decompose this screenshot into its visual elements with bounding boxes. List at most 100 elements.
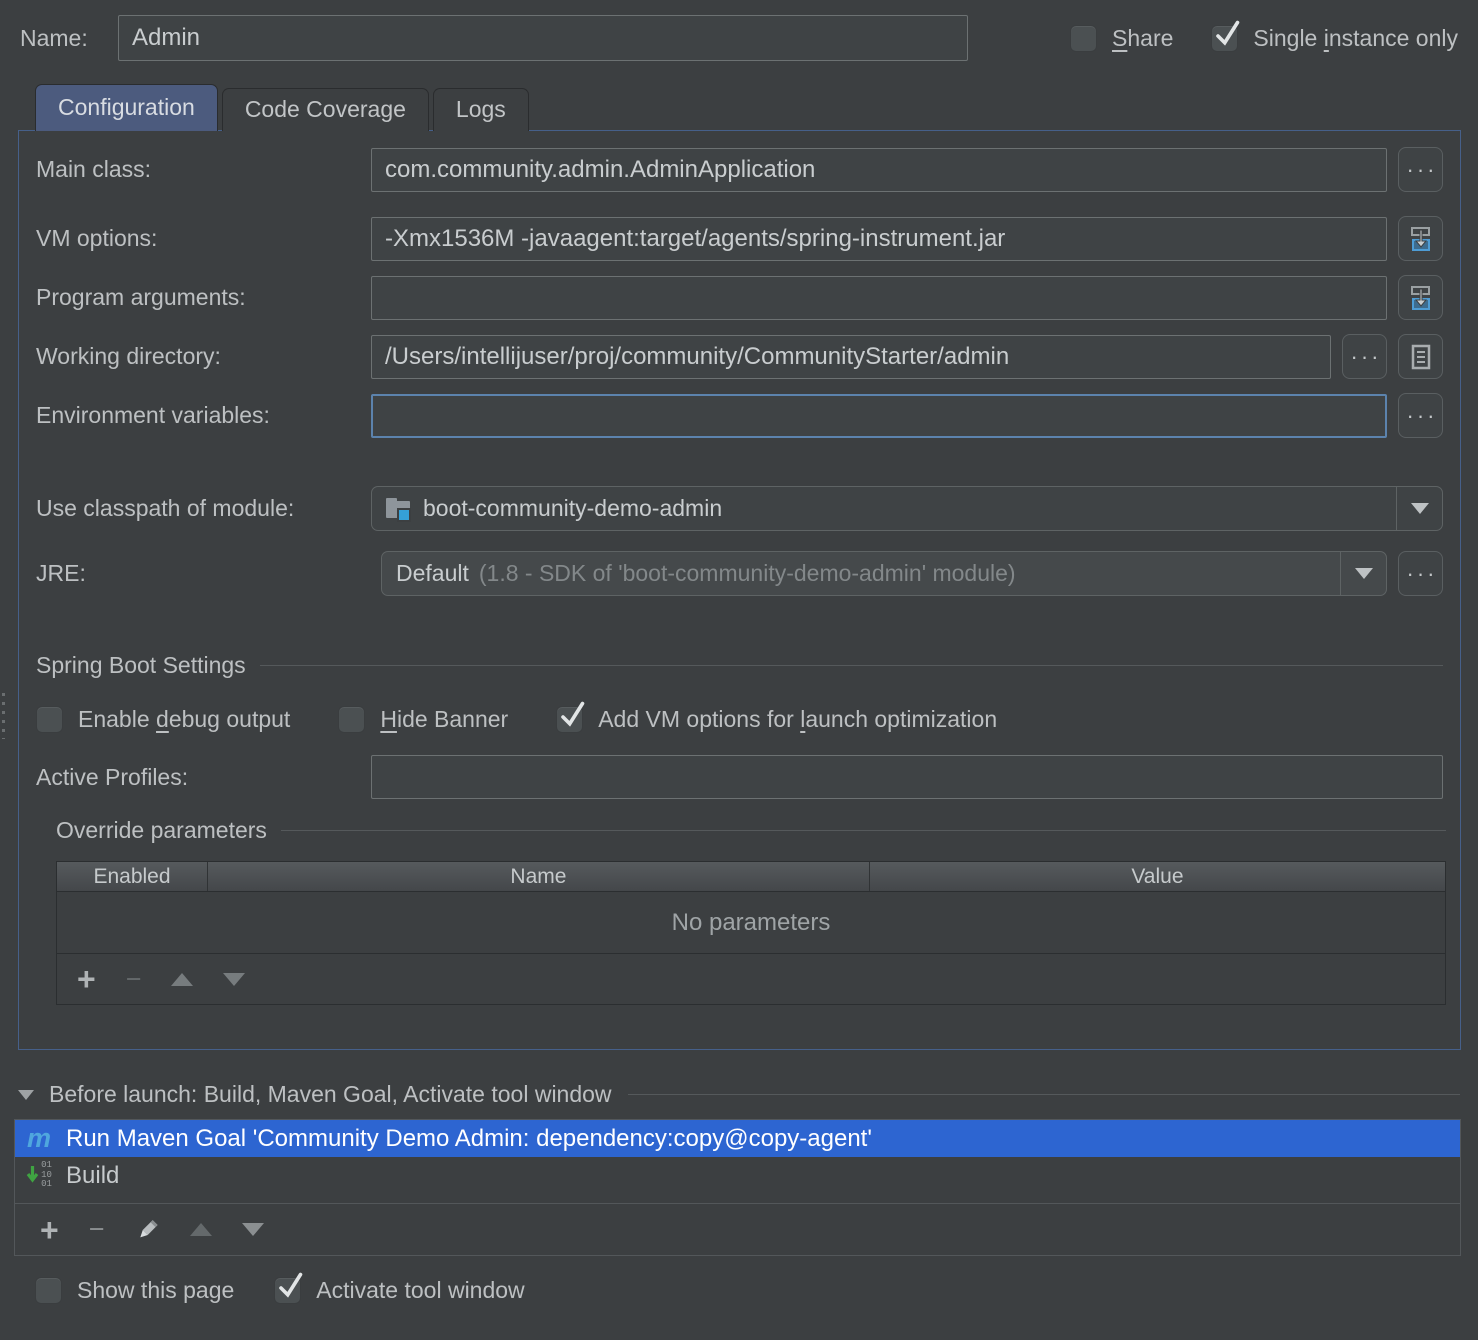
- chevron-down-icon: [1411, 503, 1429, 514]
- activate-tool-window-checkbox-box[interactable]: [274, 1277, 301, 1304]
- hide-banner-label: Hide Banner: [380, 706, 508, 733]
- before-launch-list: m Run Maven Goal 'Community Demo Admin: …: [14, 1119, 1461, 1256]
- main-class-row: Main class: ···: [36, 147, 1443, 192]
- vm-options-expand-button[interactable]: [1398, 216, 1443, 261]
- main-class-browse-button[interactable]: ···: [1398, 147, 1443, 192]
- column-header-value[interactable]: Value: [869, 862, 1445, 891]
- activate-tool-window-checkbox[interactable]: Activate tool window: [274, 1277, 524, 1304]
- before-launch-item-label: Build: [66, 1162, 119, 1190]
- working-directory-input[interactable]: [371, 335, 1331, 379]
- expand-field-icon: [1406, 283, 1436, 313]
- main-class-label: Main class:: [36, 156, 371, 183]
- environment-variables-browse-button[interactable]: ···: [1398, 393, 1443, 438]
- checkmark-icon: [557, 698, 587, 730]
- section-divider: [281, 830, 1446, 831]
- name-row: Name: Share Single instance only: [0, 0, 1478, 61]
- program-arguments-input[interactable]: [371, 276, 1387, 320]
- single-instance-checkbox-box[interactable]: [1211, 25, 1238, 52]
- vm-options-row: VM options:: [36, 216, 1443, 261]
- column-header-name[interactable]: Name: [207, 862, 869, 891]
- spring-boot-settings-title: Spring Boot Settings: [36, 652, 246, 679]
- hide-banner-checkbox[interactable]: Hide Banner: [338, 706, 508, 733]
- jre-combobox-arrow[interactable]: [1340, 552, 1386, 595]
- program-arguments-label: Program arguments:: [36, 284, 371, 311]
- working-directory-browse-button[interactable]: ···: [1342, 334, 1387, 379]
- enable-debug-checkbox[interactable]: Enable debug output: [36, 706, 290, 733]
- move-task-up-button[interactable]: [190, 1223, 212, 1236]
- jre-row: JRE: Default (1.8 - SDK of 'boot-communi…: [36, 551, 1443, 596]
- program-arguments-expand-button[interactable]: [1398, 275, 1443, 320]
- before-launch-toolbar: + −: [15, 1203, 1460, 1255]
- use-classpath-row: Use classpath of module: boot-community-…: [36, 486, 1443, 531]
- before-launch-item-build[interactable]: 01 10 01 Build: [15, 1157, 1460, 1194]
- hide-banner-checkbox-box[interactable]: [338, 706, 365, 733]
- ellipsis-icon: ···: [1407, 561, 1438, 587]
- tab-configuration[interactable]: Configuration: [35, 84, 218, 131]
- section-divider: [260, 665, 1443, 666]
- working-directory-row: Working directory: ···: [36, 334, 1443, 379]
- active-profiles-label: Active Profiles:: [36, 764, 371, 791]
- jre-label: JRE:: [36, 560, 371, 587]
- collapse-triangle-icon[interactable]: [18, 1090, 34, 1100]
- main-class-input[interactable]: [371, 148, 1387, 192]
- name-input[interactable]: [118, 15, 968, 61]
- enable-debug-checkbox-box[interactable]: [36, 706, 63, 733]
- top-checkboxes: Share Single instance only: [1070, 25, 1460, 52]
- single-instance-label: Single instance only: [1253, 25, 1458, 52]
- build-icon: 01 10 01: [22, 1161, 56, 1189]
- remove-parameter-button[interactable]: −: [126, 966, 142, 993]
- override-parameters-title: Override parameters: [56, 817, 267, 844]
- show-this-page-checkbox[interactable]: Show this page: [35, 1277, 234, 1304]
- environment-variables-label: Environment variables:: [36, 402, 371, 429]
- jre-browse-button[interactable]: ···: [1398, 551, 1443, 596]
- ellipsis-icon: ···: [1407, 403, 1438, 429]
- share-checkbox-box[interactable]: [1070, 25, 1097, 52]
- splitter-handle[interactable]: [2, 693, 6, 739]
- add-vm-options-label: Add VM options for launch optimization: [598, 706, 997, 733]
- tab-code-coverage[interactable]: Code Coverage: [222, 88, 429, 131]
- share-label: Share: [1112, 25, 1173, 52]
- move-task-down-button[interactable]: [242, 1223, 264, 1236]
- tab-logs[interactable]: Logs: [433, 88, 529, 131]
- ellipsis-icon: ···: [1407, 157, 1438, 183]
- checkmark-icon: [1212, 17, 1242, 49]
- before-launch-item-maven[interactable]: m Run Maven Goal 'Community Demo Admin: …: [15, 1120, 1460, 1157]
- move-up-button[interactable]: [171, 973, 193, 986]
- share-checkbox[interactable]: Share: [1070, 25, 1173, 52]
- vm-options-input[interactable]: [371, 217, 1387, 261]
- program-arguments-row: Program arguments:: [36, 275, 1443, 320]
- edit-pencil-icon[interactable]: [134, 1217, 160, 1243]
- remove-task-button[interactable]: −: [89, 1216, 105, 1243]
- active-profiles-input[interactable]: [371, 755, 1443, 799]
- configuration-panel: Main class: ··· VM options: Program argu…: [18, 130, 1461, 1050]
- override-parameters-toolbar: + −: [57, 954, 1445, 1004]
- before-launch-header[interactable]: Before launch: Build, Maven Goal, Activa…: [18, 1081, 1460, 1108]
- show-this-page-label: Show this page: [77, 1277, 234, 1304]
- maven-icon: m: [22, 1123, 56, 1154]
- single-instance-checkbox[interactable]: Single instance only: [1211, 25, 1458, 52]
- add-vm-options-checkbox[interactable]: Add VM options for launch optimization: [556, 706, 997, 733]
- module-combobox-value: boot-community-demo-admin: [423, 495, 722, 522]
- column-header-enabled[interactable]: Enabled: [57, 862, 207, 891]
- vm-options-label: VM options:: [36, 225, 371, 252]
- add-task-button[interactable]: +: [40, 1214, 59, 1246]
- jre-combobox-detail: (1.8 - SDK of 'boot-community-demo-admin…: [479, 560, 1016, 587]
- spring-boot-settings-section: Spring Boot Settings: [36, 652, 1443, 679]
- show-this-page-checkbox-box[interactable]: [35, 1277, 62, 1304]
- before-launch-item-label: Run Maven Goal 'Community Demo Admin: de…: [66, 1125, 872, 1153]
- module-combobox-arrow[interactable]: [1396, 487, 1442, 530]
- environment-variables-row: Environment variables: ···: [36, 393, 1443, 438]
- module-combobox[interactable]: boot-community-demo-admin: [371, 486, 1443, 531]
- override-parameters-header: Override parameters: [56, 817, 1446, 844]
- run-configuration-dialog: Name: Share Single instance only Configu…: [0, 0, 1478, 1340]
- footer-options: Show this page Activate tool window: [35, 1277, 1478, 1304]
- working-directory-macro-button[interactable]: [1398, 334, 1443, 379]
- move-down-button[interactable]: [223, 973, 245, 986]
- add-parameter-button[interactable]: +: [77, 963, 96, 995]
- add-vm-options-checkbox-box[interactable]: [556, 706, 583, 733]
- table-header-row: Enabled Name Value: [57, 862, 1445, 892]
- module-icon: [386, 498, 413, 520]
- environment-variables-input[interactable]: [371, 394, 1387, 438]
- override-parameters-table: Enabled Name Value No parameters + −: [56, 861, 1446, 1005]
- jre-combobox[interactable]: Default (1.8 - SDK of 'boot-community-de…: [381, 551, 1387, 596]
